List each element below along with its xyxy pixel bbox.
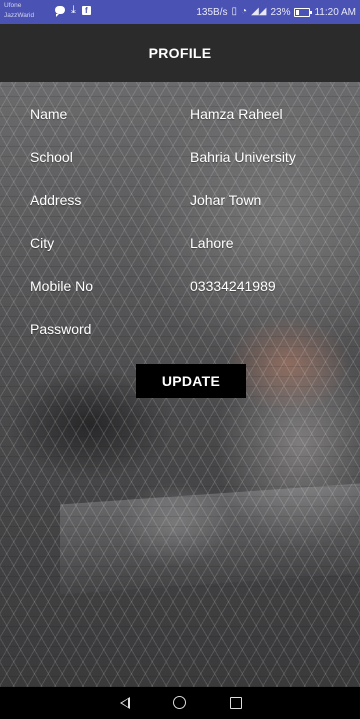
home-icon bbox=[173, 696, 186, 709]
password-label: Password bbox=[30, 321, 92, 337]
status-bar: Ufone JazzWarid ⤓ f 135B/s ▯ ◔ ◢◢ 23% 11… bbox=[0, 0, 360, 24]
home-button[interactable] bbox=[150, 687, 210, 719]
carrier-label: Ufone JazzWarid bbox=[4, 1, 34, 21]
update-button[interactable]: UPDATE bbox=[136, 364, 246, 398]
battery-icon bbox=[294, 7, 313, 17]
download-icon: ⤓ bbox=[71, 4, 76, 16]
page-title: PROFILE bbox=[148, 45, 212, 61]
profile-row-city: City Lahore bbox=[0, 235, 360, 278]
city-label: City bbox=[30, 235, 55, 251]
status-time: 11:20 AM bbox=[314, 6, 356, 18]
vibrate-icon: ▯ bbox=[231, 6, 238, 17]
profile-row-password: Password bbox=[0, 321, 360, 364]
back-icon bbox=[120, 697, 130, 709]
profile-details: Name Hamza Raheel School Bahria Universi… bbox=[0, 106, 360, 364]
name-value: Hamza Raheel bbox=[190, 106, 283, 122]
city-value: Lahore bbox=[190, 235, 234, 251]
status-indicators: 135B/s ▯ ◔ ◢◢ 23% 11:20 AM bbox=[196, 6, 356, 18]
address-value: Johar Town bbox=[190, 192, 262, 208]
mobile-value: 03334241989 bbox=[190, 278, 276, 294]
signal-icon: ◢◢ bbox=[251, 6, 267, 17]
profile-screen: PROFILE Name Hamza Raheel School Bahria … bbox=[0, 24, 360, 687]
chat-bubble-icon bbox=[55, 6, 65, 17]
back-button[interactable] bbox=[94, 687, 154, 719]
school-value: Bahria University bbox=[190, 149, 296, 165]
wifi-icon: ◔ bbox=[241, 6, 248, 17]
school-label: School bbox=[30, 149, 73, 165]
profile-row-mobile: Mobile No 03334241989 bbox=[0, 278, 360, 321]
network-speed: 135B/s bbox=[196, 6, 228, 18]
mobile-label: Mobile No bbox=[30, 278, 94, 294]
recent-apps-button[interactable] bbox=[205, 687, 265, 719]
profile-row-name: Name Hamza Raheel bbox=[0, 106, 360, 149]
carrier-line1: Ufone bbox=[4, 2, 22, 9]
system-nav-bar bbox=[0, 687, 360, 719]
notification-icons: ⤓ f bbox=[55, 4, 91, 17]
facebook-icon: f bbox=[81, 5, 91, 15]
battery-percent: 23% bbox=[270, 6, 291, 18]
profile-row-school: School Bahria University bbox=[0, 149, 360, 192]
recent-apps-icon bbox=[230, 697, 242, 709]
profile-row-address: Address Johar Town bbox=[0, 192, 360, 235]
name-label: Name bbox=[30, 106, 68, 122]
address-label: Address bbox=[30, 192, 82, 208]
app-header: PROFILE bbox=[0, 24, 360, 82]
carrier-line2: JazzWarid bbox=[4, 12, 35, 19]
